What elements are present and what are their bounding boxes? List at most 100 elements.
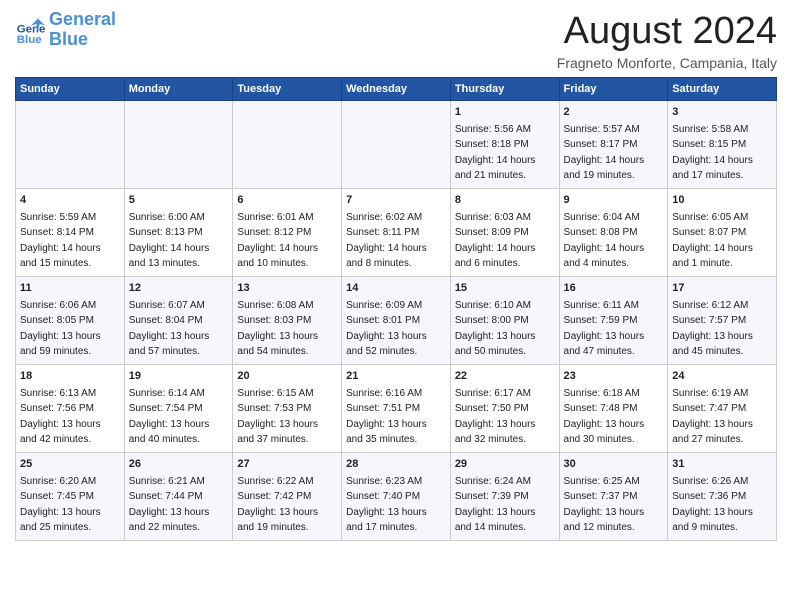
weekday-header-saturday: Saturday: [668, 78, 777, 101]
day-number: 1: [455, 105, 555, 121]
day-number: 4: [20, 193, 120, 209]
calendar-day-cell: 9 Sunrise: 6:04 AMSunset: 8:08 PMDaylight…: [559, 188, 668, 276]
day-info: Sunrise: 6:15 AMSunset: 7:53 PMDaylight:…: [237, 388, 318, 446]
day-number: 25: [20, 457, 120, 473]
weekday-header-monday: Monday: [124, 78, 233, 101]
calendar-day-cell: [124, 101, 233, 189]
calendar-week-row: 11Sunrise: 6:06 AMSunset: 8:05 PMDayligh…: [16, 276, 777, 364]
day-info: Sunrise: 6:07 AMSunset: 8:04 PMDaylight:…: [129, 300, 210, 358]
calendar-day-cell: 12 Sunrise: 6:07 AMSunset: 8:04 PMDayligh…: [124, 276, 233, 364]
day-number: 8: [455, 193, 555, 209]
day-number: 3: [672, 105, 772, 121]
calendar-day-cell: 14 Sunrise: 6:09 AMSunset: 8:01 PMDayligh…: [342, 276, 451, 364]
calendar-day-cell: 22 Sunrise: 6:17 AMSunset: 7:50 PMDayligh…: [450, 364, 559, 452]
day-info: Sunrise: 5:56 AMSunset: 8:18 PMDaylight:…: [455, 124, 536, 182]
day-info: Sunrise: 6:04 AMSunset: 8:08 PMDaylight:…: [564, 212, 645, 270]
day-info: Sunrise: 6:01 AMSunset: 8:12 PMDaylight:…: [237, 212, 318, 270]
calendar-day-cell: 3 Sunrise: 5:58 AMSunset: 8:15 PMDaylight…: [668, 101, 777, 189]
day-number: 9: [564, 193, 664, 209]
day-info: Sunrise: 6:22 AMSunset: 7:42 PMDaylight:…: [237, 476, 318, 534]
day-number: 10: [672, 193, 772, 209]
day-info: Sunrise: 6:11 AMSunset: 7:59 PMDaylight:…: [564, 300, 645, 358]
calendar-day-cell: 29Sunrise: 6:24 AMSunset: 7:39 PMDayligh…: [450, 452, 559, 540]
calendar-day-cell: 8 Sunrise: 6:03 AMSunset: 8:09 PMDaylight…: [450, 188, 559, 276]
calendar-day-cell: 2 Sunrise: 5:57 AMSunset: 8:17 PMDaylight…: [559, 101, 668, 189]
day-info: Sunrise: 5:58 AMSunset: 8:15 PMDaylight:…: [672, 124, 753, 182]
weekday-header-thursday: Thursday: [450, 78, 559, 101]
day-info: Sunrise: 6:25 AMSunset: 7:37 PMDaylight:…: [564, 476, 645, 534]
calendar-table: SundayMondayTuesdayWednesdayThursdayFrid…: [15, 77, 777, 541]
calendar-day-cell: 1 Sunrise: 5:56 AMSunset: 8:18 PMDaylight…: [450, 101, 559, 189]
day-info: Sunrise: 6:18 AMSunset: 7:48 PMDaylight:…: [564, 388, 645, 446]
day-number: 14: [346, 281, 446, 297]
calendar-day-cell: 20Sunrise: 6:15 AMSunset: 7:53 PMDayligh…: [233, 364, 342, 452]
day-info: Sunrise: 6:00 AMSunset: 8:13 PMDaylight:…: [129, 212, 210, 270]
day-number: 15: [455, 281, 555, 297]
weekday-header-wednesday: Wednesday: [342, 78, 451, 101]
calendar-day-cell: 23 Sunrise: 6:18 AMSunset: 7:48 PMDayligh…: [559, 364, 668, 452]
calendar-day-cell: 17 Sunrise: 6:12 AMSunset: 7:57 PMDayligh…: [668, 276, 777, 364]
day-number: 19: [129, 369, 229, 385]
weekday-header-friday: Friday: [559, 78, 668, 101]
calendar-day-cell: 16 Sunrise: 6:11 AMSunset: 7:59 PMDayligh…: [559, 276, 668, 364]
day-info: Sunrise: 5:57 AMSunset: 8:17 PMDaylight:…: [564, 124, 645, 182]
calendar-day-cell: 18 Sunrise: 6:13 AMSunset: 7:56 PMDayligh…: [16, 364, 125, 452]
calendar-day-cell: 5 Sunrise: 6:00 AMSunset: 8:13 PMDaylight…: [124, 188, 233, 276]
calendar-day-cell: 27 Sunrise: 6:22 AMSunset: 7:42 PMDayligh…: [233, 452, 342, 540]
day-number: 22: [455, 369, 555, 385]
day-number: 5: [129, 193, 229, 209]
calendar-day-cell: 31 Sunrise: 6:26 AMSunset: 7:36 PMDayligh…: [668, 452, 777, 540]
day-number: 31: [672, 457, 772, 473]
calendar-day-cell: 21Sunrise: 6:16 AMSunset: 7:51 PMDayligh…: [342, 364, 451, 452]
title-area: August 2024 Fragneto Monforte, Campania,…: [557, 10, 777, 71]
day-number: 27: [237, 457, 337, 473]
day-info: Sunrise: 6:16 AMSunset: 7:51 PMDaylight:…: [346, 388, 427, 446]
calendar-day-cell: [342, 101, 451, 189]
calendar-day-cell: 10 Sunrise: 6:05 AMSunset: 8:07 PMDayligh…: [668, 188, 777, 276]
day-info: Sunrise: 6:05 AMSunset: 8:07 PMDaylight:…: [672, 212, 753, 270]
day-number: 23: [564, 369, 664, 385]
day-number: 17: [672, 281, 772, 297]
day-number: 13: [237, 281, 337, 297]
calendar-day-cell: 26Sunrise: 6:21 AMSunset: 7:44 PMDayligh…: [124, 452, 233, 540]
calendar-day-cell: 15 Sunrise: 6:10 AMSunset: 8:00 PMDayligh…: [450, 276, 559, 364]
day-info: Sunrise: 6:24 AMSunset: 7:39 PMDaylight:…: [455, 476, 536, 534]
day-info: Sunrise: 6:10 AMSunset: 8:00 PMDaylight:…: [455, 300, 536, 358]
day-info: Sunrise: 6:26 AMSunset: 7:36 PMDaylight:…: [672, 476, 753, 534]
calendar-day-cell: 6Sunrise: 6:01 AMSunset: 8:12 PMDaylight…: [233, 188, 342, 276]
logo-icon: General Blue: [15, 15, 45, 45]
day-info: Sunrise: 6:12 AMSunset: 7:57 PMDaylight:…: [672, 300, 753, 358]
weekday-header-row: SundayMondayTuesdayWednesdayThursdayFrid…: [16, 78, 777, 101]
day-info: Sunrise: 6:08 AMSunset: 8:03 PMDaylight:…: [237, 300, 318, 358]
calendar-day-cell: [16, 101, 125, 189]
calendar-day-cell: 24 Sunrise: 6:19 AMSunset: 7:47 PMDayligh…: [668, 364, 777, 452]
location-subtitle: Fragneto Monforte, Campania, Italy: [557, 55, 777, 71]
day-info: Sunrise: 6:13 AMSunset: 7:56 PMDaylight:…: [20, 388, 101, 446]
day-info: Sunrise: 6:17 AMSunset: 7:50 PMDaylight:…: [455, 388, 536, 446]
day-info: Sunrise: 6:19 AMSunset: 7:47 PMDaylight:…: [672, 388, 753, 446]
logo-text: General Blue: [49, 10, 116, 50]
day-number: 18: [20, 369, 120, 385]
day-number: 12: [129, 281, 229, 297]
page-header: General Blue General Blue August 2024 Fr…: [15, 10, 777, 71]
day-info: Sunrise: 6:21 AMSunset: 7:44 PMDaylight:…: [129, 476, 210, 534]
calendar-day-cell: 11Sunrise: 6:06 AMSunset: 8:05 PMDayligh…: [16, 276, 125, 364]
day-number: 28: [346, 457, 446, 473]
day-info: Sunrise: 6:02 AMSunset: 8:11 PMDaylight:…: [346, 212, 427, 270]
day-number: 30: [564, 457, 664, 473]
svg-text:Blue: Blue: [17, 34, 42, 45]
month-year-title: August 2024: [557, 10, 777, 53]
calendar-day-cell: 4Sunrise: 5:59 AMSunset: 8:14 PMDaylight…: [16, 188, 125, 276]
calendar-day-cell: 25Sunrise: 6:20 AMSunset: 7:45 PMDayligh…: [16, 452, 125, 540]
day-info: Sunrise: 6:06 AMSunset: 8:05 PMDaylight:…: [20, 300, 101, 358]
calendar-week-row: 25Sunrise: 6:20 AMSunset: 7:45 PMDayligh…: [16, 452, 777, 540]
day-info: Sunrise: 6:09 AMSunset: 8:01 PMDaylight:…: [346, 300, 427, 358]
day-info: Sunrise: 6:03 AMSunset: 8:09 PMDaylight:…: [455, 212, 536, 270]
day-number: 16: [564, 281, 664, 297]
calendar-week-row: 18 Sunrise: 6:13 AMSunset: 7:56 PMDayligh…: [16, 364, 777, 452]
day-number: 2: [564, 105, 664, 121]
day-number: 24: [672, 369, 772, 385]
calendar-day-cell: 28Sunrise: 6:23 AMSunset: 7:40 PMDayligh…: [342, 452, 451, 540]
weekday-header-tuesday: Tuesday: [233, 78, 342, 101]
calendar-day-cell: 13 Sunrise: 6:08 AMSunset: 8:03 PMDayligh…: [233, 276, 342, 364]
